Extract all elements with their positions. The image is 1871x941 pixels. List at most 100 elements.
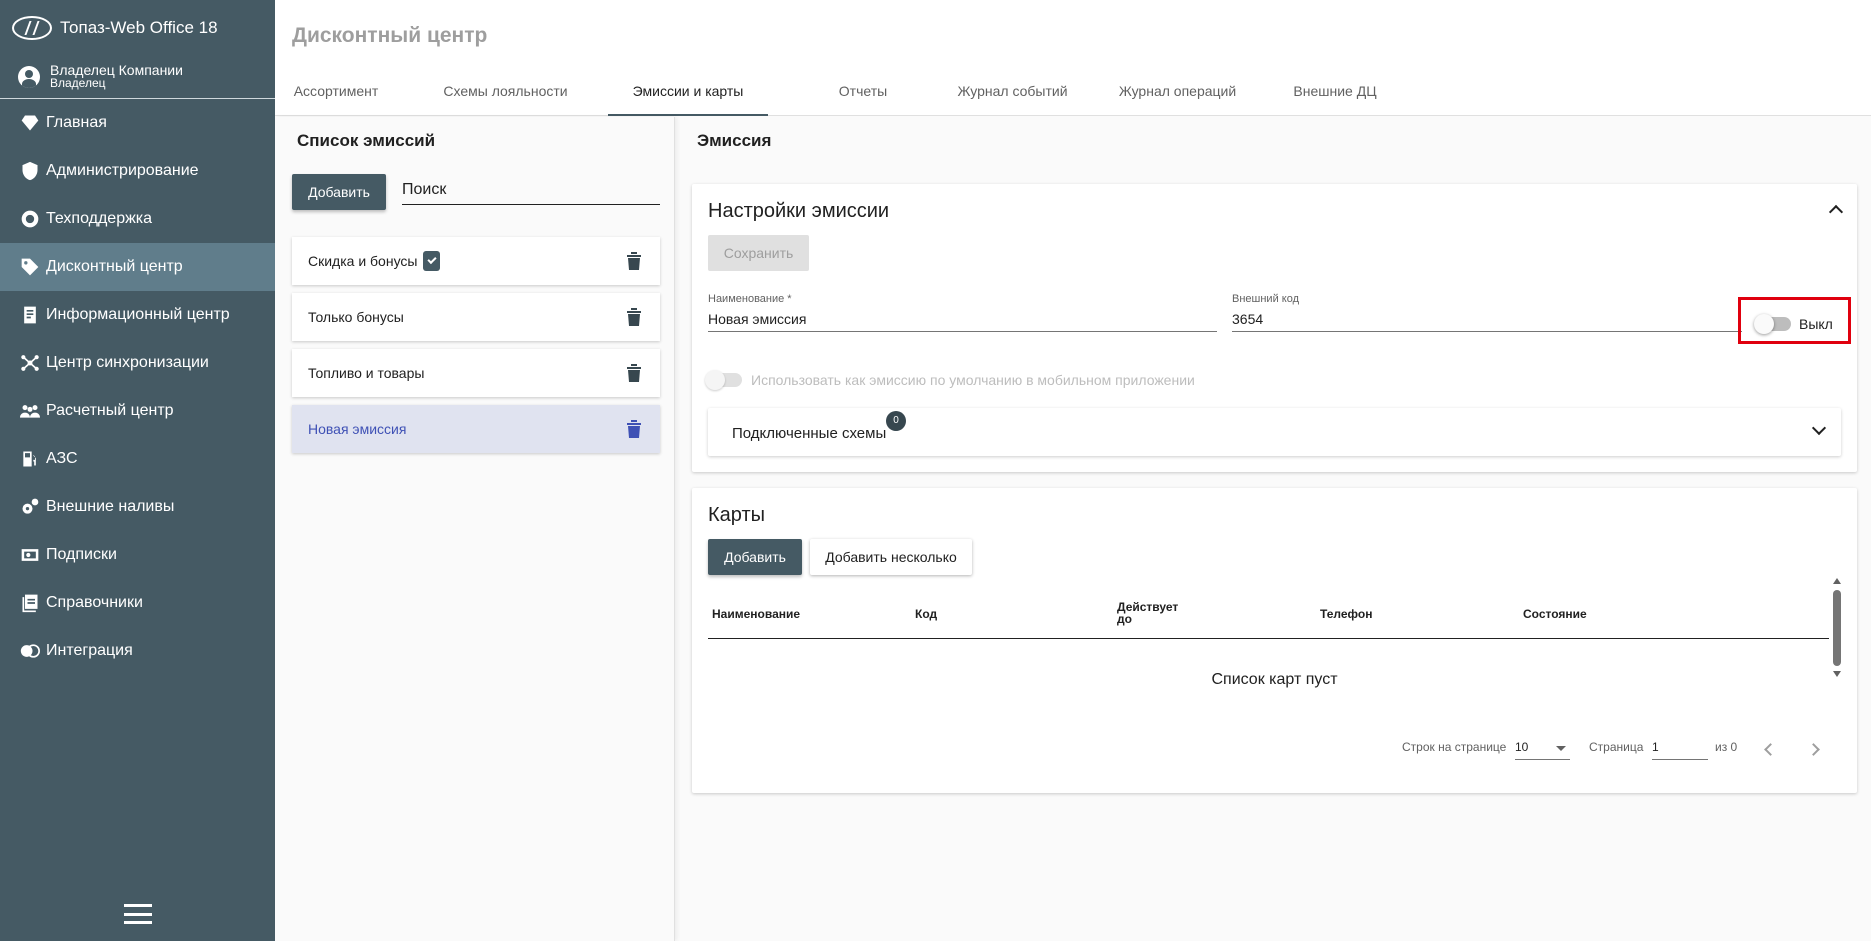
- connected-schemes-panel[interactable]: Подключенные схемы 0: [708, 408, 1841, 456]
- list-item[interactable]: Новая эмиссия: [292, 405, 660, 453]
- tab-assortment[interactable]: Ассортимент: [275, 66, 397, 116]
- save-button[interactable]: Сохранить: [708, 235, 809, 271]
- scroll-thumb[interactable]: [1833, 590, 1841, 666]
- trash-icon[interactable]: [626, 307, 642, 326]
- user-role: Владелец: [50, 76, 106, 90]
- tab-event-log[interactable]: Журнал событий: [940, 66, 1085, 116]
- column-header-code[interactable]: Код: [915, 608, 937, 620]
- emission-settings-card: Настройки эмиссии Сохранить Наименование…: [692, 184, 1857, 472]
- sidebar-item-label: АЗС: [46, 450, 78, 467]
- document-icon: [20, 305, 40, 325]
- caret-down-icon: [1556, 746, 1566, 751]
- topaz-logo-icon: [12, 15, 52, 40]
- sidebar-item-label: Главная: [46, 114, 107, 131]
- sidebar-item-sync-center[interactable]: Центр синхронизации: [0, 339, 275, 387]
- rows-per-page-select[interactable]: 10: [1515, 740, 1570, 760]
- chevron-down-icon[interactable]: [1811, 420, 1827, 436]
- sidebar-item-billing-center[interactable]: Расчетный центр: [0, 387, 275, 435]
- page-header: Дисконтный центр Ассортимент Схемы лояль…: [275, 0, 1871, 116]
- add-emission-button[interactable]: Добавить: [292, 174, 386, 210]
- prev-page-icon[interactable]: [1764, 743, 1777, 756]
- lifebuoy-icon: [20, 209, 40, 229]
- sidebar-item-subscriptions[interactable]: Подписки: [0, 531, 275, 579]
- list-item-label: Топливо и товары: [308, 365, 425, 381]
- sidebar-item-directories[interactable]: Справочники: [0, 579, 275, 627]
- column-header-valid-until[interactable]: Действует до: [1117, 601, 1187, 625]
- sidebar-item-label: Интеграция: [46, 642, 133, 659]
- menu-icon[interactable]: [124, 904, 152, 924]
- account-icon: [18, 65, 40, 88]
- emission-list-panel: Список эмиссий Добавить Скидка и бонусы …: [275, 117, 675, 941]
- scroll-down-icon[interactable]: [1833, 671, 1841, 677]
- network-icon: [20, 353, 40, 373]
- page-input[interactable]: 1: [1652, 740, 1708, 760]
- list-item[interactable]: Скидка и бонусы: [292, 237, 660, 285]
- emission-settings-title: Настройки эмиссии: [708, 200, 890, 222]
- sidebar-item-label: Дисконтный центр: [46, 258, 183, 275]
- sidebar-item-admin[interactable]: Администрирование: [0, 147, 275, 195]
- rows-per-page-value: 10: [1515, 740, 1529, 754]
- column-header-status[interactable]: Состояние: [1523, 608, 1587, 620]
- list-item-label: Новая эмиссия: [308, 421, 407, 437]
- trash-icon[interactable]: [626, 363, 642, 382]
- tab-operation-log[interactable]: Журнал операций: [1105, 66, 1250, 116]
- code-field[interactable]: 3654: [1232, 311, 1742, 332]
- sidebar-item-external-fills[interactable]: Внешние наливы: [0, 483, 275, 531]
- tab-reports[interactable]: Отчеты: [808, 66, 918, 116]
- next-page-icon[interactable]: [1807, 743, 1820, 756]
- sidebar-item-label: Подписки: [46, 546, 117, 563]
- sidebar-item-label: Центр синхронизации: [46, 354, 209, 371]
- name-field[interactable]: Новая эмиссия: [708, 311, 1217, 332]
- fuel-pump-icon: [20, 449, 40, 469]
- user-profile[interactable]: Владелец Компании Владелец: [0, 55, 275, 99]
- trash-icon[interactable]: [626, 419, 642, 438]
- default-mobile-toggle[interactable]: [705, 370, 742, 390]
- sidebar-item-support[interactable]: Техподдержка: [0, 195, 275, 243]
- column-header-name[interactable]: Наименование: [712, 608, 800, 620]
- trash-icon[interactable]: [626, 251, 642, 270]
- people-icon: [20, 401, 40, 421]
- sidebar-item-info-center[interactable]: Информационный центр: [0, 291, 275, 339]
- sidebar-item-label: Техподдержка: [46, 210, 153, 227]
- sidebar-item-label: Справочники: [46, 594, 143, 611]
- sidebar-item-gas-station[interactable]: АЗС: [0, 435, 275, 483]
- column-header-phone[interactable]: Телефон: [1320, 608, 1372, 620]
- tab-bar: Ассортимент Схемы лояльности Эмиссии и к…: [275, 66, 1871, 116]
- emission-title: Эмиссия: [697, 131, 772, 150]
- tab-emissions-cards[interactable]: Эмиссии и карты: [608, 66, 768, 116]
- default-mobile-label: Использовать как эмиссию по умолчанию в …: [751, 372, 1195, 388]
- admin-shield-icon: [20, 161, 40, 181]
- gears-icon: [20, 497, 40, 517]
- connected-schemes-label: Подключенные схемы: [732, 425, 887, 442]
- sidebar-item-discount-center[interactable]: Дисконтный центр: [0, 243, 275, 291]
- code-field-label: Внешний код: [1232, 293, 1300, 305]
- table-header-divider: [708, 638, 1829, 639]
- list-item[interactable]: Только бонусы: [292, 293, 660, 341]
- brand: Топаз-Web Office 18: [0, 0, 275, 55]
- search-input[interactable]: [402, 175, 660, 205]
- emission-list-title: Список эмиссий: [297, 131, 436, 150]
- tab-external-dc[interactable]: Внешние ДЦ: [1265, 66, 1405, 116]
- add-multiple-cards-button[interactable]: Добавить несколько: [810, 539, 972, 575]
- list-item-label: Только бонусы: [308, 309, 404, 325]
- diamond-icon: [20, 113, 40, 133]
- cards-title: Карты: [708, 504, 765, 526]
- sidebar: Топаз-Web Office 18 Владелец Компании Вл…: [0, 0, 275, 941]
- app-title: Топаз-Web Office 18: [60, 17, 218, 37]
- sidebar-item-main[interactable]: Главная: [0, 99, 275, 147]
- sidebar-item-label: Расчетный центр: [46, 402, 174, 419]
- table-scrollbar[interactable]: [1830, 578, 1844, 678]
- user-name: Владелец Компании: [50, 62, 183, 78]
- chevron-up-icon[interactable]: [1828, 204, 1844, 220]
- add-card-button[interactable]: Добавить: [708, 539, 802, 575]
- sidebar-item-label: Администрирование: [46, 162, 199, 179]
- integration-icon: [20, 641, 40, 661]
- page-label: Страница: [1589, 740, 1644, 754]
- clipboard-check-icon: [423, 251, 441, 271]
- scroll-up-icon[interactable]: [1833, 578, 1841, 584]
- book-icon: [20, 593, 40, 613]
- name-field-label: Наименование *: [708, 293, 792, 305]
- list-item[interactable]: Топливо и товары: [292, 349, 660, 397]
- sidebar-item-integration[interactable]: Интеграция: [0, 627, 275, 675]
- tab-loyalty-schemes[interactable]: Схемы лояльности: [438, 66, 573, 116]
